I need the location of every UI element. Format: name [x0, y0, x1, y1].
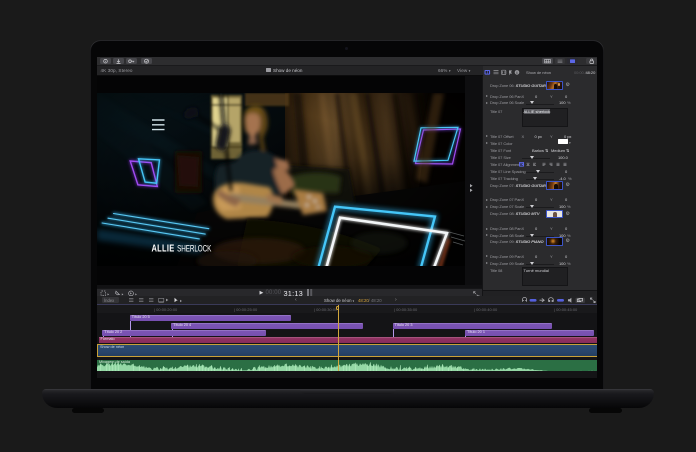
svg-text:ALLIESHERLOCK: ALLIESHERLOCK: [152, 242, 213, 253]
